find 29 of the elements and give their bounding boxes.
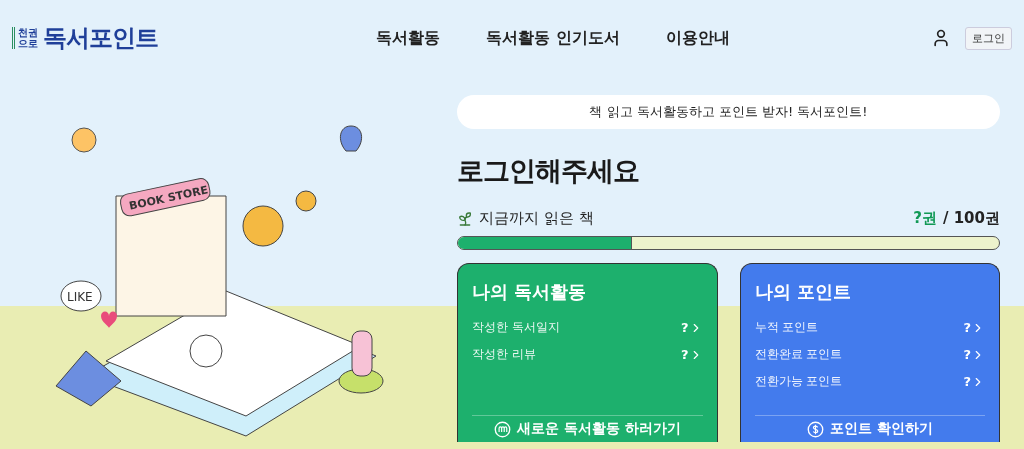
card-action-link[interactable]: 포인트 확인하기 [754, 416, 985, 442]
stat-value: ? [963, 347, 971, 362]
illustration-drawing: BOOK STORE LIKE [16, 106, 436, 446]
m-circle-icon [493, 420, 511, 438]
card-title: 나의 포인트 [754, 280, 852, 304]
user-icon[interactable] [931, 28, 951, 48]
sprout-icon [457, 210, 473, 227]
stat-value: ? [680, 320, 689, 335]
logo-title: 독서포인트 [43, 23, 158, 54]
dollar-circle-icon [806, 420, 824, 438]
nav-link[interactable]: 이용안내 [665, 27, 730, 49]
stat-value: ? [963, 374, 971, 389]
stat-label: 전환가능 포인트 [754, 373, 843, 390]
nav-link[interactable]: 독서활동 인기도서 [486, 27, 620, 49]
stat-label: 전환완료 포인트 [754, 346, 843, 363]
progress-label: 지금까지 읽은 책 [479, 209, 594, 228]
book-count: ?권 [913, 209, 937, 228]
stat-value: ? [680, 347, 689, 362]
stat-value: ? [963, 320, 971, 335]
stat-label: 작성한 리뷰 [472, 346, 536, 363]
stat-label: 누적 포인트 [754, 319, 819, 336]
nav-link[interactable]: 독서활동 [376, 27, 440, 49]
logo-badge: 천권으로 [12, 27, 40, 49]
stat-label: 작성한 독서일지 [472, 319, 560, 336]
banner: 책 읽고 독서활동하고 포인트 받자! 독서포인트! [457, 95, 1000, 129]
book-total: / 100권 [943, 209, 1000, 228]
login-button[interactable]: 로그인 [965, 26, 1012, 50]
card-title: 나의 독서활동 [472, 280, 588, 304]
page-heading: 로그인해주세요 [457, 154, 640, 188]
